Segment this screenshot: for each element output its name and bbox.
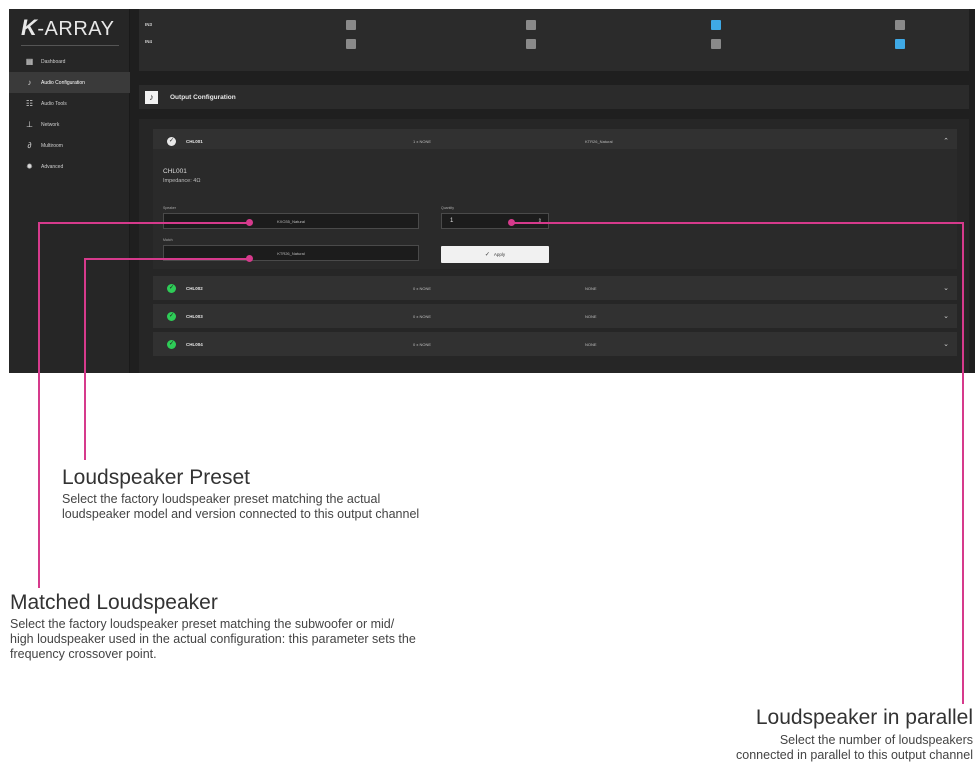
annotation-matched-title: Matched Loudspeaker [10,591,218,614]
chevron-down-icon[interactable]: ⌄ [943,313,949,320]
output-configuration-header: ♪ Output Configuration [139,85,969,109]
sidebar-item-audio-tools[interactable]: ☷ Audio Tools [9,93,130,114]
speaker-icon: ♪ [145,90,158,104]
check-icon: ✓ [484,252,490,258]
callout-line-parallel [511,222,964,224]
annotation-preset-desc: Select the factory loudspeaker preset ma… [62,492,419,522]
dashboard-icon: ▦ [25,56,34,66]
logo-divider [21,45,119,46]
channel-quantity: 0 x NONE [413,313,432,319]
sidebar-item-network[interactable]: ⊥ Network [9,114,130,135]
matrix-cell[interactable] [346,39,356,49]
sidebar-item-label: Multiroom [41,142,63,149]
annotation-preset-title: Loudspeaker Preset [62,466,250,489]
matrix-cell[interactable] [711,20,721,30]
matrix-row-label: IN4 [145,39,153,44]
annotation-parallel-desc: Select the number of loudspeakers connec… [593,733,973,763]
k-array-logo: K-ARRAY [21,15,115,40]
sidebar-item-label: Advanced [41,163,64,170]
matrix-cell[interactable] [346,20,356,30]
annotation-line: loudspeaker model and version connected … [62,507,420,521]
apply-button[interactable]: ✓ Apply [441,246,549,263]
chevron-down-icon[interactable]: ⌄ [943,285,949,292]
annotation-line: connected in parallel to this output cha… [736,748,973,762]
matrix-cell[interactable] [526,39,536,49]
quantity-label: Quantity [441,206,455,210]
sidebar-item-label: Audio Configuration [41,79,85,86]
sidebar-item-audio-configuration[interactable]: ♪ Audio Configuration [9,72,130,93]
channel-preset: NONE [585,341,597,347]
output-configuration-panel: ✓ CHL001 1 x NONE KTR26_Natural ⌃ CHL001… [139,119,969,373]
quantity-stepper[interactable]: 1 ⇕ [441,213,549,229]
speaker-select[interactable]: KXO35_Natural [163,213,419,229]
channel-quantity: 1 x NONE [413,138,432,144]
check-circle-icon: ✓ [167,311,176,321]
sidebar-item-dashboard[interactable]: ▦ Dashboard [9,51,130,72]
callout-dot-matched [246,219,253,226]
chevron-up-icon[interactable]: ⌃ [943,138,949,145]
channel-name: CHL001 [186,138,203,144]
match-label: Match [163,238,173,242]
speaker-value: KXO35_Natural [276,218,305,224]
matrix-cell[interactable] [711,39,721,49]
network-icon: ⊥ [26,119,33,129]
channel-detail: CHL001 Impedance: 4Ω Speaker KXO35_Natur… [153,149,957,269]
callout-line-parallel [962,222,964,704]
main-content: IN3 IN4 ♪ Output Configuration ✓ CHL001 … [131,9,975,373]
channel-preset: NONE [585,285,597,291]
channel-name: CHL002 [186,285,203,291]
app-window: K-ARRAY ▦ Dashboard ♪ Audio Configuratio… [9,9,975,373]
link-icon: ∂ [27,140,32,150]
callout-dot-preset [246,255,253,262]
annotation-line: Select the factory loudspeaker preset ma… [62,492,381,506]
callout-line-preset [84,258,250,260]
chevron-down-icon[interactable]: ⌄ [943,341,949,348]
sidebar-item-label: Dashboard [41,58,66,65]
matrix-cell[interactable] [526,20,536,30]
callout-dot-parallel [508,219,515,226]
sidebar-nav: ▦ Dashboard ♪ Audio Configuration ☷ Audi… [9,51,130,177]
detail-impedance: Impedance: 4Ω [163,178,201,184]
annotation-parallel-title: Loudspeaker in parallel [755,706,973,729]
channel-name: CHL003 [186,313,203,319]
tools-icon: ☷ [25,98,34,108]
speaker-label: Speaker [163,206,177,210]
sidebar-item-multiroom[interactable]: ∂ Multiroom [9,135,130,156]
callout-line-matched [38,222,250,224]
check-circle-icon: ✓ [167,339,176,349]
callout-line-preset [84,258,86,460]
annotation-line: frequency crossover point. [10,647,157,661]
sidebar-item-label: Audio Tools [41,100,67,107]
annotation-line: Select the number of loudspeakers [779,733,973,747]
channel-row-chl003[interactable]: ✓ CHL003 0 x NONE NONE ⌄ [153,304,957,328]
routing-matrix: IN3 IN4 [139,9,969,71]
gear-icon: ✹ [26,161,33,171]
channel-row-chl004[interactable]: ✓ CHL004 0 x NONE NONE ⌄ [153,332,957,356]
quantity-value: 1 [450,218,454,224]
music-note-icon: ♪ [27,77,32,87]
sidebar-item-advanced[interactable]: ✹ Advanced [9,156,130,177]
matrix-cell[interactable] [895,20,905,30]
detail-title: CHL001 [163,168,187,175]
apply-label: Apply [493,252,506,257]
channel-row-chl002[interactable]: ✓ CHL002 0 x NONE NONE ⌄ [153,276,957,300]
channel-quantity: 0 x NONE [413,285,432,291]
annotation-line: high loudspeaker used in the actual conf… [10,632,416,646]
match-value: KTR26_Natural [277,250,305,256]
matrix-cell[interactable] [895,39,905,49]
channel-quantity: 0 x NONE [413,341,432,347]
callout-line-matched [38,222,40,588]
channel-preset: KTR26_Natural [585,138,613,144]
channel-preset: NONE [585,313,597,319]
annotation-line: Select the factory loudspeaker preset ma… [10,617,395,631]
matrix-row-label: IN3 [145,22,153,27]
sidebar: K-ARRAY ▦ Dashboard ♪ Audio Configuratio… [9,9,130,373]
annotation-matched-desc: Select the factory loudspeaker preset ma… [10,617,416,662]
check-circle-icon: ✓ [167,136,176,146]
check-circle-icon: ✓ [167,283,176,293]
sidebar-item-label: Network [41,121,60,128]
section-title: Output Configuration [170,93,236,101]
channel-name: CHL004 [186,341,203,347]
